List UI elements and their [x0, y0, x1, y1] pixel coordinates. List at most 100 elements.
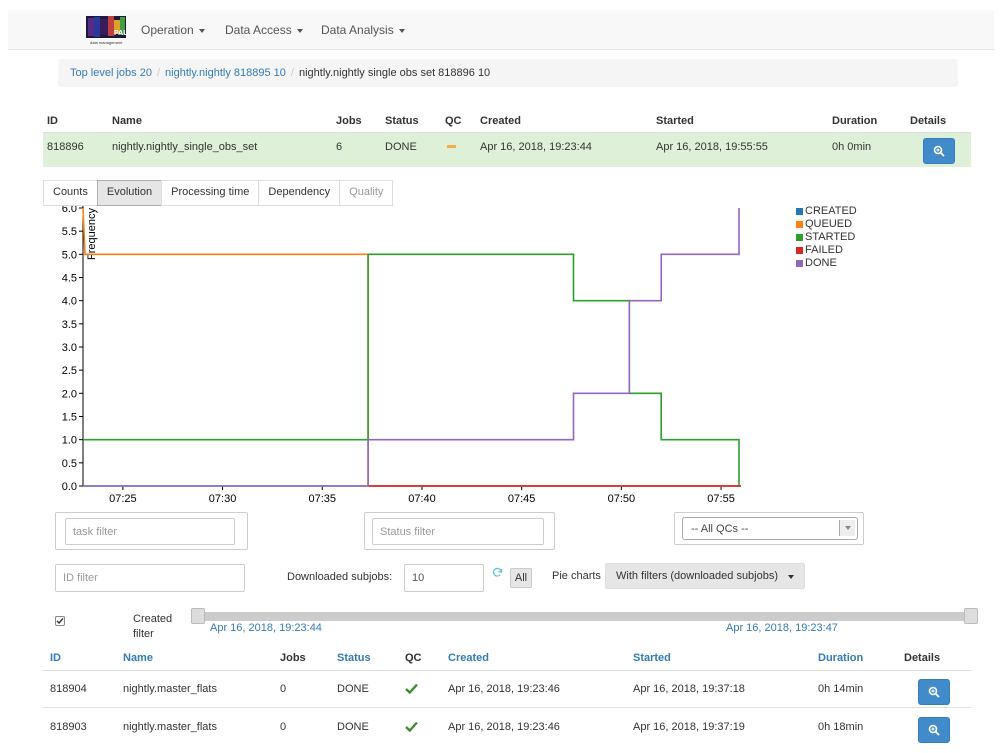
- qc-ok-check-icon: [405, 721, 418, 732]
- qc-filter-box: -- All QCs --: [674, 512, 864, 545]
- legend-swatch: [796, 221, 803, 228]
- downloaded-subjobs-input[interactable]: [404, 564, 484, 592]
- y-tick-label: 1.5: [62, 412, 77, 424]
- zoom-in-icon: [933, 145, 945, 157]
- job-duration: 0h 0min: [832, 141, 872, 153]
- job-started: Apr 16, 2018, 19:55:55: [656, 141, 768, 153]
- legend-swatch: [796, 247, 803, 254]
- y-tick-label: 3.0: [62, 342, 77, 354]
- tab-processing-time[interactable]: Processing time: [161, 180, 259, 206]
- x-tick-label: 07:45: [508, 493, 536, 505]
- id-filter-input[interactable]: [55, 564, 245, 592]
- col-header-id: ID: [47, 115, 58, 127]
- subjob-created: Apr 16, 2018, 19:23:46: [448, 683, 560, 695]
- slider-handle-start[interactable]: [191, 608, 205, 624]
- created-filter-label: Created filter: [133, 613, 173, 640]
- created-filter-checkbox[interactable]: [55, 616, 65, 626]
- chart-legend: CREATED QUEUED STARTED FAILED DONE: [796, 205, 857, 270]
- col-header-jobs: Jobs: [336, 115, 362, 127]
- caret-down-icon: [788, 575, 794, 579]
- x-tick-label: 07:25: [109, 493, 137, 505]
- subjob-started: Apr 16, 2018, 19:37:18: [633, 683, 745, 695]
- y-tick-label: 2.5: [62, 365, 77, 377]
- tab-evolution[interactable]: Evolution: [96, 180, 162, 206]
- tab-counts[interactable]: Counts: [43, 180, 97, 206]
- qc-select[interactable]: -- All QCs --: [682, 517, 858, 540]
- subjob-details-button[interactable]: [918, 679, 950, 705]
- y-tick-label: 5.0: [62, 249, 77, 261]
- status-filter-input[interactable]: [372, 518, 544, 545]
- legend-item-failed[interactable]: FAILED: [796, 244, 857, 257]
- y-tick-label: 0.0: [62, 481, 77, 493]
- qc-ok-check-icon: [405, 683, 418, 694]
- y-tick-label: 4.5: [62, 273, 77, 285]
- job-jobs: 6: [336, 141, 343, 153]
- job-id: 818896: [47, 141, 84, 153]
- sub-col-header-details: Details: [904, 652, 941, 664]
- col-header-started: Started: [656, 115, 694, 127]
- job-status: DONE: [385, 141, 417, 153]
- subjob-details-button[interactable]: [918, 717, 950, 743]
- select-arrow-icon: [839, 520, 855, 536]
- sub-col-header-name[interactable]: Name: [123, 652, 153, 664]
- task-filter-input[interactable]: [65, 518, 235, 545]
- slider-end-label: Apr 16, 2018, 19:23:47: [726, 622, 838, 634]
- sub-col-header-duration[interactable]: Duration: [818, 652, 863, 664]
- qc-warning-icon: [447, 145, 456, 148]
- created-range-slider[interactable]: [198, 612, 972, 621]
- y-tick-label: 1.0: [62, 435, 77, 447]
- legend-label: STARTED: [805, 231, 856, 243]
- pie-charts-label: Pie charts: [552, 570, 601, 582]
- y-tick-label: 4.0: [62, 296, 77, 308]
- legend-item-started[interactable]: STARTED: [796, 231, 857, 244]
- slider-start-label: Apr 16, 2018, 19:23:44: [210, 622, 322, 634]
- legend-item-created[interactable]: CREATED: [796, 205, 857, 218]
- x-tick-label: 07:55: [707, 493, 735, 505]
- legend-label: CREATED: [805, 205, 857, 217]
- refresh-icon[interactable]: [492, 567, 503, 578]
- subjob-id: 818903: [50, 721, 87, 733]
- subjob-jobs: 0: [280, 721, 287, 733]
- nav-data-access[interactable]: Data Access: [225, 23, 303, 37]
- breadcrumb-item-parent[interactable]: nightly.nightly 818895 10: [165, 67, 286, 79]
- status-filter-box: [364, 512, 555, 550]
- subjob-jobs: 0: [280, 683, 287, 695]
- svg-text:data management: data management: [90, 40, 123, 45]
- legend-swatch: [796, 208, 803, 215]
- details-button[interactable]: [923, 138, 955, 164]
- job-created: Apr 16, 2018, 19:23:44: [480, 141, 592, 153]
- breadcrumb-item-top-level[interactable]: Top level jobs 20: [70, 67, 152, 79]
- y-tick-label: 0.5: [62, 458, 77, 470]
- col-header-details: Details: [910, 115, 947, 127]
- subjob-duration: 0h 18min: [818, 721, 864, 733]
- table-divider: [43, 670, 971, 671]
- sub-col-header-started[interactable]: Started: [633, 652, 671, 664]
- downloaded-subjobs-label: Downloaded subjobs:: [287, 571, 393, 583]
- y-tick-label: 2.0: [62, 388, 77, 400]
- legend-item-queued[interactable]: QUEUED: [796, 218, 857, 231]
- pie-charts-select[interactable]: With filters (downloaded subjobs): [605, 563, 805, 589]
- legend-item-done[interactable]: DONE: [796, 257, 857, 270]
- all-button[interactable]: All: [510, 568, 532, 588]
- x-tick-label: 07:35: [309, 493, 337, 505]
- nav-operation[interactable]: Operation: [141, 23, 205, 37]
- sub-col-header-id[interactable]: ID: [50, 652, 61, 664]
- y-tick-label: 3.5: [62, 319, 77, 331]
- pau-logo-icon[interactable]: PAU data management: [82, 14, 130, 46]
- col-header-created: Created: [480, 115, 521, 127]
- series-line-done: [83, 208, 740, 487]
- legend-label: DONE: [805, 257, 837, 269]
- nav-data-analysis[interactable]: Data Analysis: [321, 23, 405, 37]
- legend-swatch: [796, 234, 803, 241]
- col-header-name: Name: [112, 115, 142, 127]
- caret-down-icon: [398, 28, 405, 33]
- col-header-duration: Duration: [832, 115, 878, 127]
- slider-handle-end[interactable]: [964, 608, 978, 624]
- task-filter-box: [55, 512, 248, 550]
- sub-col-header-created[interactable]: Created: [448, 652, 489, 664]
- subjob-status: DONE: [337, 721, 369, 733]
- tab-dependency[interactable]: Dependency: [258, 180, 340, 206]
- subjob-name: nightly.master_flats: [123, 721, 217, 733]
- sub-col-header-status[interactable]: Status: [337, 652, 371, 664]
- col-header-status: Status: [385, 115, 419, 127]
